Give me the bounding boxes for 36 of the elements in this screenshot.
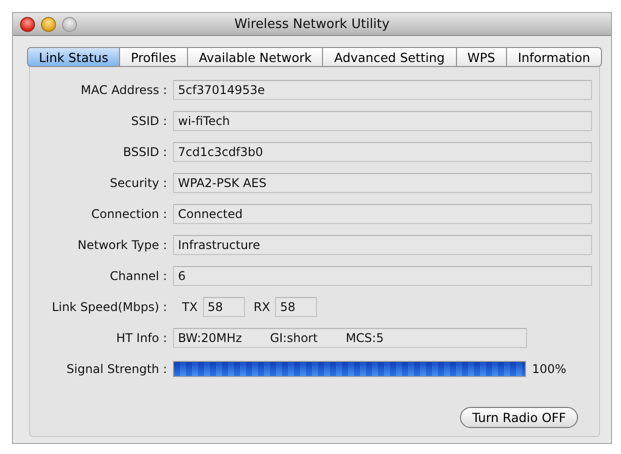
window-title: Wireless Network Utility [234, 16, 390, 32]
ht-info-value: MCS:5 [346, 331, 384, 345]
value-field: 5cf37014953e [173, 80, 592, 100]
field-label: Network Type : [76, 238, 168, 252]
minimize-button[interactable] [41, 16, 56, 32]
field-label: BSSID : [122, 145, 168, 159]
tab[interactable]: Profiles [120, 47, 188, 67]
value-field: WPA2-PSK AES [173, 173, 592, 193]
tx-field: 58 [202, 297, 245, 317]
tab[interactable]: Advanced Setting [323, 47, 457, 67]
zoom-button[interactable] [62, 16, 77, 32]
value-field: Connected [173, 204, 592, 224]
field-label: Connection : [90, 207, 168, 221]
rx-field: 58 [275, 297, 318, 317]
field-label: Signal Strength : [66, 362, 168, 376]
value-field: wi-fiTech [173, 111, 592, 131]
field-label: Channel : [108, 269, 168, 283]
turn-radio-off-button[interactable]: Turn Radio OFF [460, 407, 578, 428]
field-label: SSID : [130, 114, 168, 128]
signal-reading: 100% [532, 362, 566, 376]
value-field: 7cd1c3cdf3b0 [173, 142, 592, 162]
tab[interactable]: Available Network [188, 47, 324, 67]
tx-label: TX [182, 300, 198, 314]
ht-info-value: BW:20MHz [178, 331, 242, 345]
rx-label: RX [254, 300, 270, 314]
value-field: Infrastructure [173, 235, 592, 255]
field-label: HT Info : [115, 331, 168, 345]
field-label: MAC Address : [80, 83, 168, 97]
tab[interactable]: WPS [456, 47, 507, 67]
close-button[interactable] [20, 16, 35, 32]
field-label: Link Speed(Mbps) : [50, 300, 168, 314]
tab[interactable]: Information [507, 47, 602, 67]
ht-info-value: GI:short [270, 331, 318, 345]
value-field: 6 [173, 266, 592, 286]
tab[interactable]: Link Status [27, 47, 120, 67]
field-label: Security : [108, 176, 168, 190]
